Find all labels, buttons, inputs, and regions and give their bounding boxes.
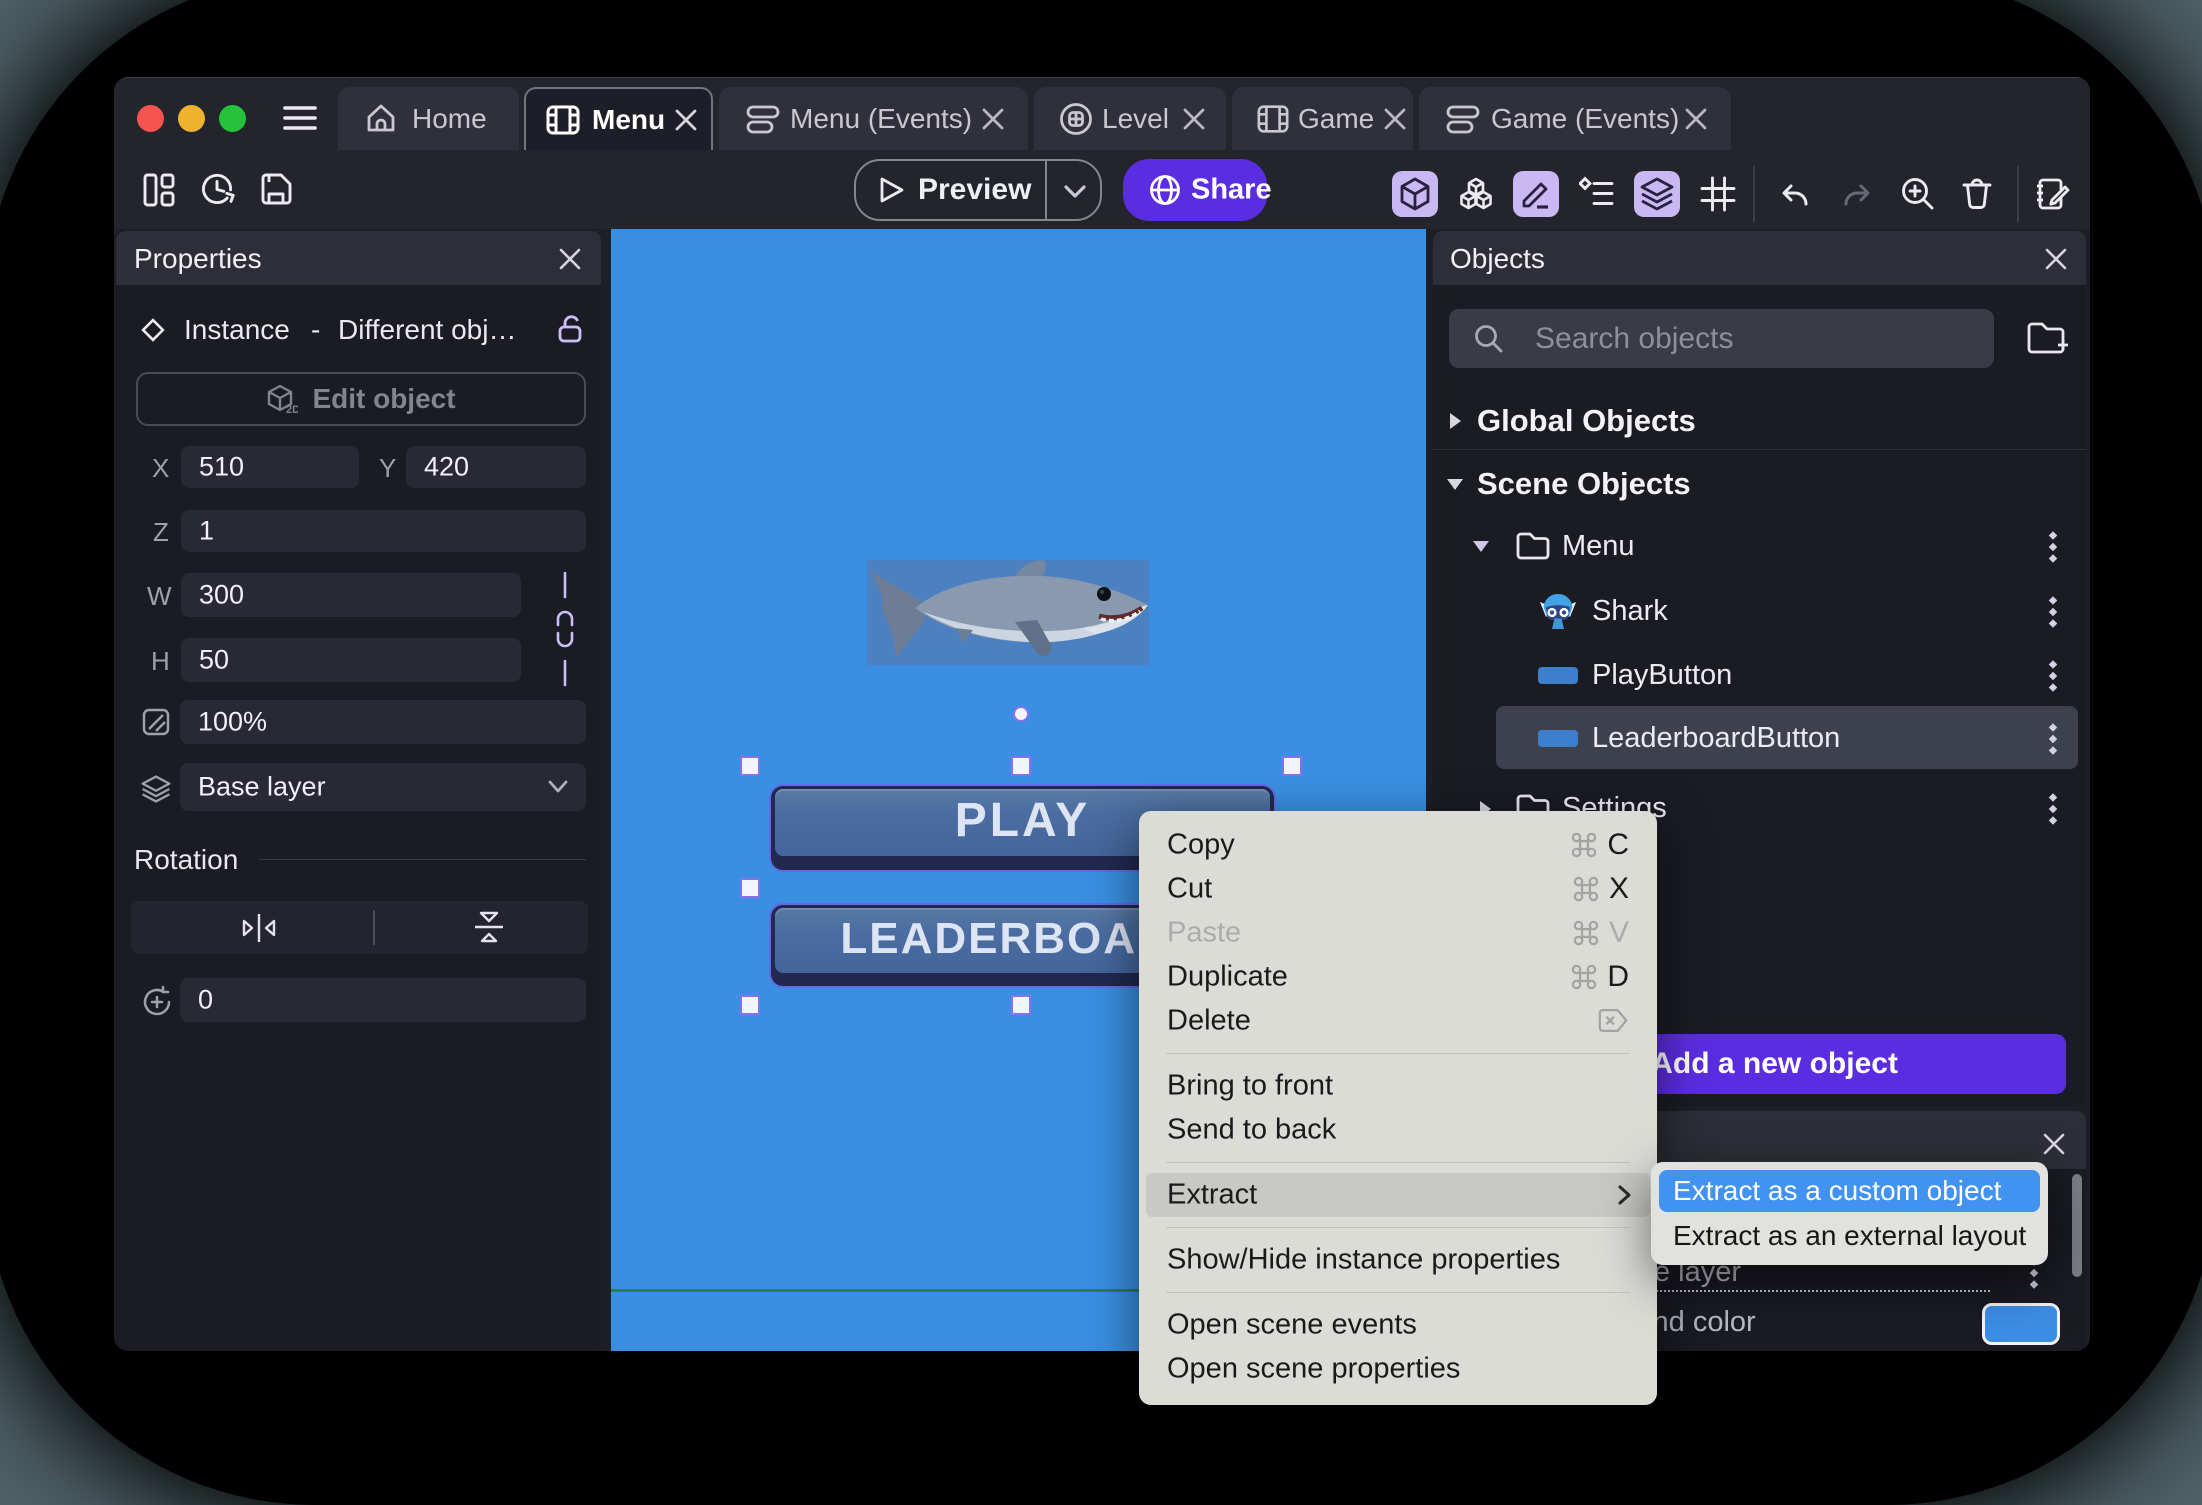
svg-text:2D: 2D bbox=[286, 404, 298, 415]
